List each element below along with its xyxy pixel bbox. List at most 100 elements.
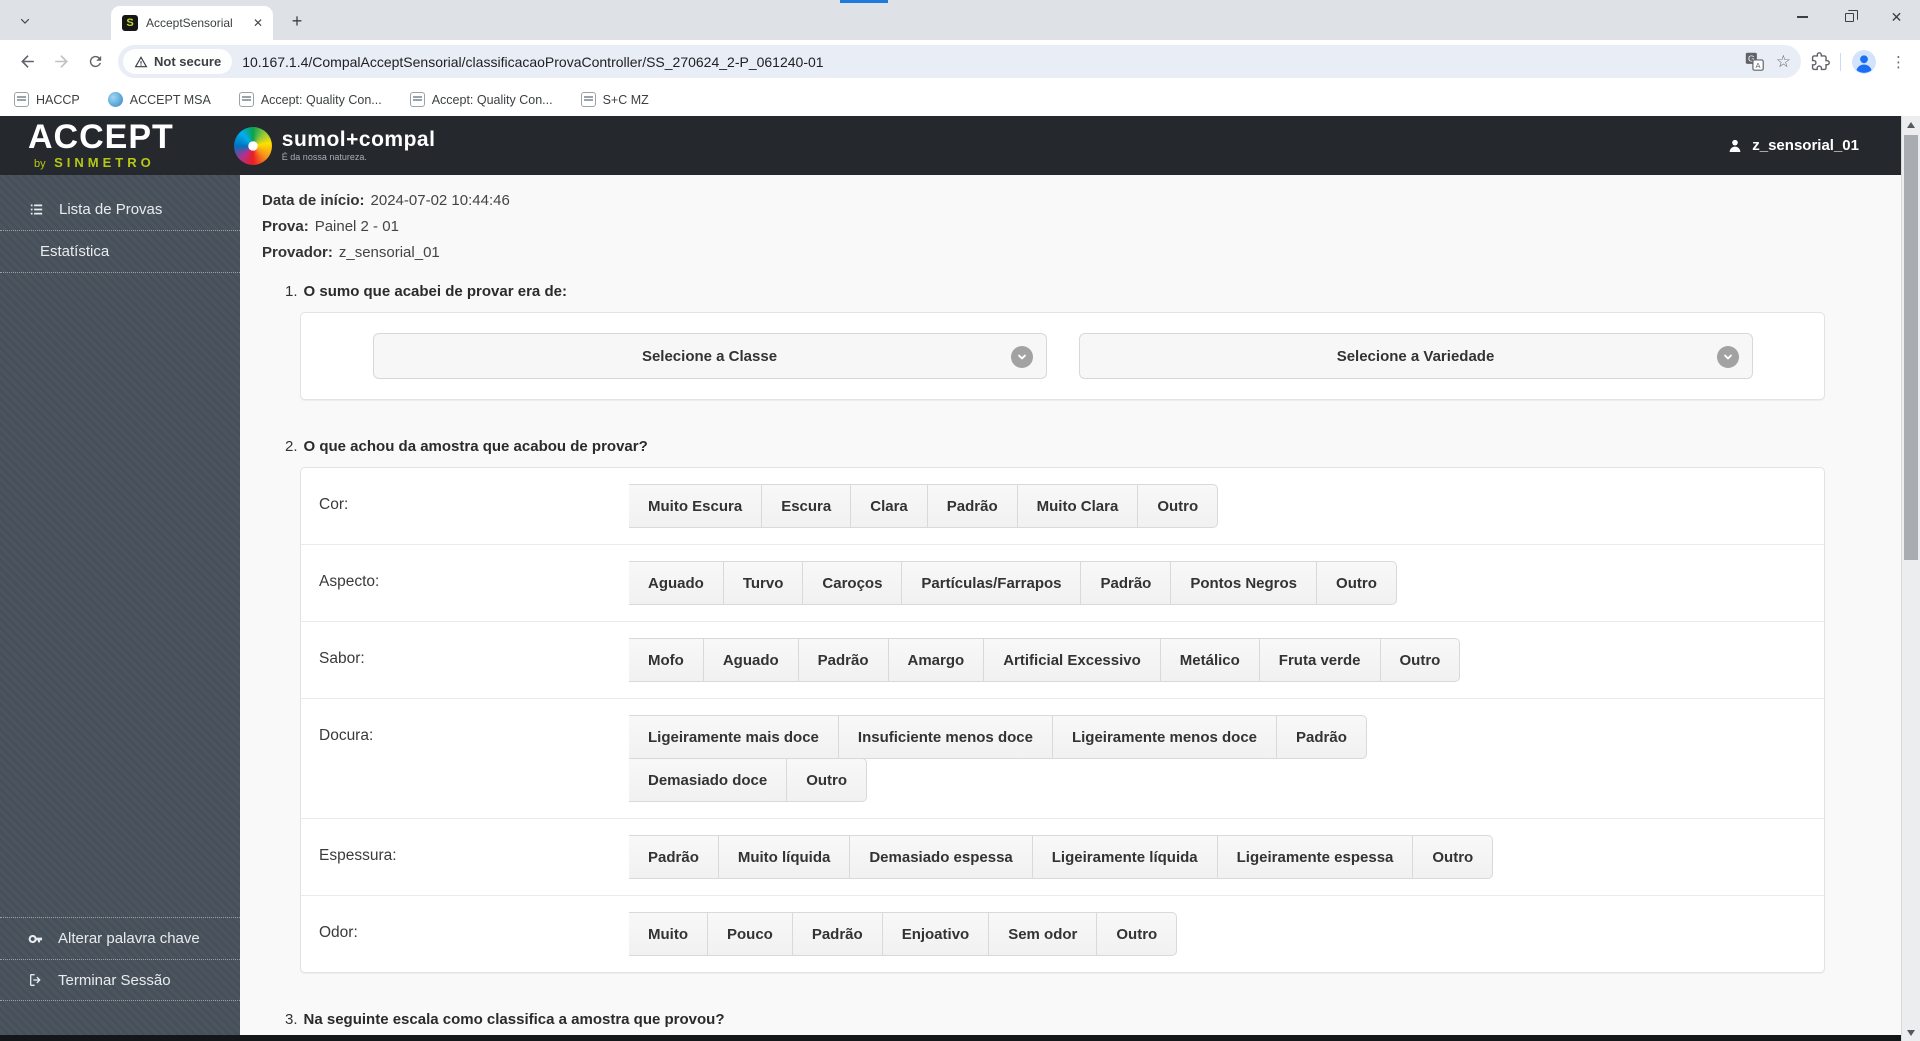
option-button[interactable]: Amargo xyxy=(888,638,985,682)
option-button[interactable]: Padrão xyxy=(798,638,889,682)
accept-logo: ACCEPT by SINMETRO xyxy=(28,118,174,170)
option-button[interactable]: Enjoativo xyxy=(882,912,990,956)
attribute-label: Docura: xyxy=(319,727,374,744)
info-provador: Provador: z_sensorial_01 xyxy=(262,244,440,261)
bookmark-accept-quality-2[interactable]: Accept: Quality Con... xyxy=(409,92,553,107)
tab-search-button[interactable] xyxy=(12,8,38,34)
option-button[interactable]: Padrão xyxy=(629,835,719,879)
option-button[interactable]: Clara xyxy=(851,484,928,528)
option-button[interactable]: Artificial Excessivo xyxy=(984,638,1161,682)
browser-menu-icon[interactable]: ⋮ xyxy=(1887,53,1910,71)
sidebar-item-alterar-palavra-chave[interactable]: Alterar palavra chave xyxy=(0,917,240,959)
option-button[interactable]: Pouco xyxy=(707,912,793,956)
option-button[interactable]: Ligeiramente espessa xyxy=(1217,835,1414,879)
sidebar-item-label: Terminar Sessão xyxy=(58,971,171,989)
sidebar-item-lista-de-provas[interactable]: Lista de Provas xyxy=(0,189,240,231)
logout-icon xyxy=(28,972,44,988)
attribute-row: Aspecto: Aguado Turvo Caroços Partículas… xyxy=(301,545,1824,622)
back-button[interactable] xyxy=(10,45,44,79)
option-button[interactable]: Padrão xyxy=(1277,715,1367,759)
option-button[interactable]: Padrão xyxy=(1081,561,1172,605)
question-1-panel: Selecione a Classe Selecione a Variedade xyxy=(300,312,1825,400)
tab-title: AcceptSensorial xyxy=(146,16,233,30)
page-scrollbar[interactable] xyxy=(1901,116,1920,1041)
question-2-heading: 2. O que achou da amostra que acabou de p… xyxy=(285,438,648,455)
option-button[interactable]: Aguado xyxy=(629,561,724,605)
option-button[interactable]: Sem odor xyxy=(989,912,1098,956)
sidebar-item-estatistica[interactable]: Estatística xyxy=(0,231,240,273)
attribute-label: Sabor: xyxy=(319,650,365,667)
class-dropdown[interactable]: Selecione a Classe xyxy=(372,333,1047,379)
option-button[interactable]: Padrão xyxy=(927,484,1018,528)
tab-close-icon[interactable]: ✕ xyxy=(250,15,266,31)
security-chip[interactable]: Not secure xyxy=(123,49,233,74)
svg-text:A: A xyxy=(1755,61,1760,70)
option-button[interactable]: Insuficiente menos doce xyxy=(838,715,1053,759)
forward-button[interactable] xyxy=(44,45,78,79)
bookmark-icon xyxy=(580,92,596,107)
username: z_sensorial_01 xyxy=(1752,137,1859,154)
sumol-swirl-icon xyxy=(233,126,272,165)
option-button[interactable]: Padrão xyxy=(792,912,883,956)
option-button[interactable]: Demasiado espessa xyxy=(850,835,1033,879)
question-2-panel: Cor: Muito Escura Escura Clara Padrão Mu… xyxy=(300,467,1825,973)
option-button[interactable]: Outro xyxy=(1097,912,1178,956)
option-button[interactable]: Ligeiramente líquida xyxy=(1032,835,1218,879)
option-button[interactable]: Outro xyxy=(787,758,868,802)
option-button[interactable]: Outro xyxy=(1380,638,1461,682)
option-button[interactable]: Demasiado doce xyxy=(629,758,788,802)
option-button[interactable]: Partículas/Farrapos xyxy=(902,561,1082,605)
window-minimize-button[interactable] xyxy=(1779,0,1826,34)
user-menu[interactable]: z_sensorial_01 xyxy=(1727,137,1859,154)
option-button[interactable]: Muito líquida xyxy=(718,835,851,879)
user-icon xyxy=(1729,139,1741,152)
bookmark-star-icon[interactable]: ☆ xyxy=(1776,52,1791,72)
attribute-label: Espessura: xyxy=(319,847,397,864)
forward-arrow-icon xyxy=(54,55,68,68)
attribute-row: Odor: Muito Pouco Padrão Enjoativo Sem o… xyxy=(301,896,1824,972)
refresh-icon xyxy=(89,55,101,68)
option-button[interactable]: Muito xyxy=(629,912,708,956)
option-button[interactable]: Outro xyxy=(1317,561,1397,605)
option-button[interactable]: Fruta verde xyxy=(1259,638,1381,682)
option-button[interactable]: Aguado xyxy=(703,638,799,682)
key-icon xyxy=(28,931,44,947)
scrollbar-down-arrow[interactable] xyxy=(1902,1024,1920,1041)
list-icon xyxy=(28,201,45,218)
back-arrow-icon xyxy=(20,55,34,68)
bookmark-sc-mz[interactable]: S+C MZ xyxy=(580,92,649,107)
extensions-icon[interactable] xyxy=(1811,52,1830,71)
refresh-button[interactable] xyxy=(78,45,112,79)
translate-icon[interactable]: GA xyxy=(1745,52,1764,71)
new-tab-button[interactable]: + xyxy=(286,10,308,32)
toolbar-separator xyxy=(1840,52,1841,71)
scrollbar-up-arrow[interactable] xyxy=(1902,116,1920,133)
variety-dropdown[interactable]: Selecione a Variedade xyxy=(1078,333,1753,379)
option-button[interactable]: Ligeiramente mais doce xyxy=(629,715,839,759)
scrollbar-thumb[interactable] xyxy=(1904,135,1918,560)
option-button[interactable]: Metálico xyxy=(1160,638,1260,682)
option-button-group: Padrão Muito líquida Demasiado espessa L… xyxy=(629,835,1494,879)
bookmark-haccp[interactable]: HACCP xyxy=(14,92,80,107)
option-button[interactable]: Mofo xyxy=(629,638,704,682)
option-button[interactable]: Outro xyxy=(1138,484,1219,528)
option-button[interactable]: Pontos Negros xyxy=(1171,561,1318,605)
url-bar[interactable]: Not secure 10.167.1.4/CompalAcceptSensor… xyxy=(118,45,1801,78)
option-button[interactable]: Caroços xyxy=(803,561,903,605)
prova-info: Data de início: 2024-07-02 10:44:46 Prova… xyxy=(240,175,1901,261)
option-button[interactable]: Outro xyxy=(1413,835,1494,879)
profile-avatar[interactable] xyxy=(1851,49,1877,75)
option-button[interactable]: Escura xyxy=(762,484,852,528)
browser-tab[interactable]: S AcceptSensorial ✕ xyxy=(111,6,273,40)
option-button-group: Ligeiramente mais doce Insuficiente meno… xyxy=(629,715,1367,759)
app-header: ACCEPT by SINMETRO sumol+compal É da nos… xyxy=(0,116,1901,175)
option-button[interactable]: Turvo xyxy=(723,561,804,605)
sidebar-item-terminar-sessao[interactable]: Terminar Sessão xyxy=(0,959,240,1001)
bookmark-accept-quality-1[interactable]: Accept: Quality Con... xyxy=(238,92,382,107)
option-button[interactable]: Muito Clara xyxy=(1017,484,1139,528)
window-close-button[interactable]: ✕ xyxy=(1873,0,1920,34)
window-restore-button[interactable] xyxy=(1826,0,1873,34)
option-button[interactable]: Ligeiramente menos doce xyxy=(1052,715,1278,759)
option-button[interactable]: Muito Escura xyxy=(629,484,763,528)
bookmark-accept-msa[interactable]: ACCEPT MSA xyxy=(107,92,211,107)
